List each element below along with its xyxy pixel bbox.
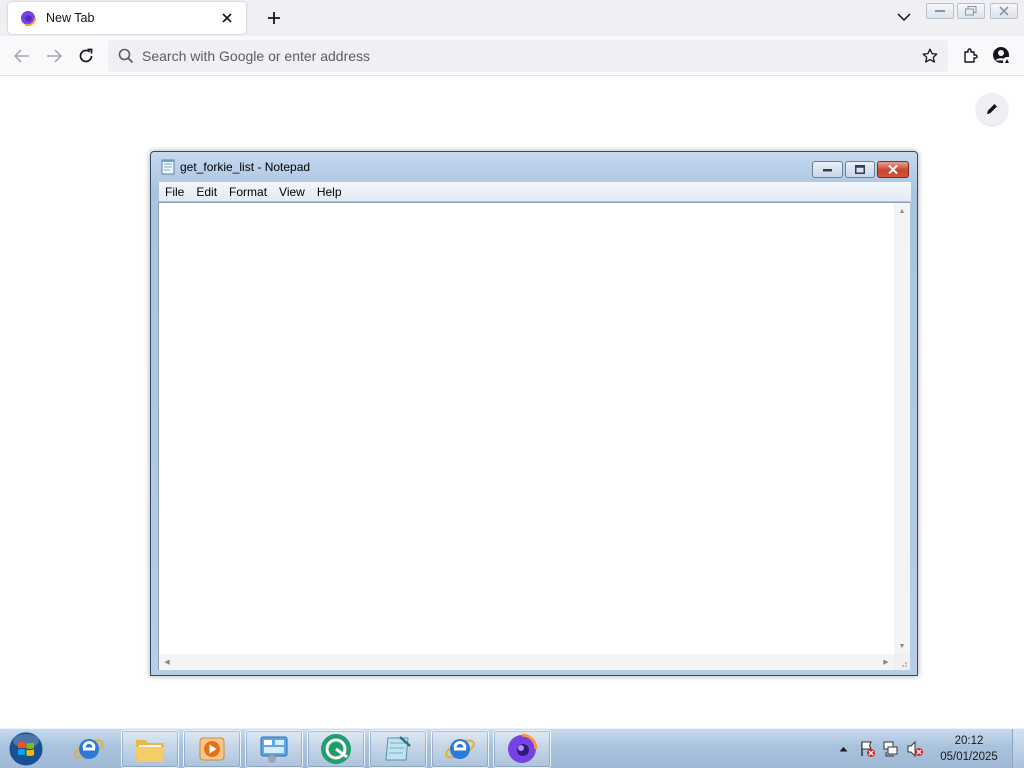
chevron-down-icon <box>897 13 911 21</box>
action-center-icon[interactable] <box>856 738 878 760</box>
taskbar-file-explorer[interactable] <box>121 730 179 768</box>
notepad-edit-area: ▲ ▼ ◀ ▶ <box>158 202 910 670</box>
green-app-icon <box>321 734 351 764</box>
start-button[interactable] <box>4 730 48 768</box>
taskbar-media-player[interactable] <box>183 730 241 768</box>
navigation-toolbar <box>0 36 1024 76</box>
restore-icon <box>965 6 977 16</box>
media-player-icon <box>199 737 225 761</box>
account-icon <box>993 47 1011 65</box>
back-arrow-icon <box>14 49 29 63</box>
notepad-close-button[interactable] <box>877 161 909 178</box>
address-bar[interactable] <box>108 40 948 72</box>
window-close-button[interactable] <box>990 3 1018 19</box>
new-tab-button[interactable] <box>262 6 286 30</box>
taskbar-firefox[interactable] <box>493 730 551 768</box>
notepad-title: get_forkie_list - Notepad <box>180 160 311 174</box>
bookmark-star-button[interactable] <box>916 42 944 70</box>
firefox-icon <box>20 10 36 26</box>
minimize-icon <box>822 168 832 171</box>
reload-icon <box>79 48 93 63</box>
show-hidden-icons-button[interactable] <box>832 738 854 760</box>
menu-view[interactable]: View <box>273 185 311 199</box>
taskbar: 20:12 05/01/2025 <box>0 728 1024 768</box>
menu-edit[interactable]: Edit <box>190 185 223 199</box>
notepad-maximize-button[interactable] <box>845 161 875 178</box>
clock-time: 20:12 <box>954 735 984 747</box>
list-all-tabs-button[interactable] <box>893 6 915 28</box>
clock-date: 05/01/2025 <box>940 751 998 763</box>
taskbar-green-app[interactable] <box>307 730 365 768</box>
maximize-icon <box>855 165 865 174</box>
notepad-titlebar[interactable]: get_forkie_list - Notepad <box>151 152 917 182</box>
customize-button[interactable] <box>976 93 1008 125</box>
extensions-button[interactable] <box>956 42 984 70</box>
notepad-window: get_forkie_list - Notepad File Edit Form… <box>150 151 918 676</box>
taskbar-clock[interactable]: 20:12 05/01/2025 <box>930 733 1008 765</box>
scroll-down-arrow-icon[interactable]: ▼ <box>894 638 910 654</box>
folder-icon <box>135 740 165 762</box>
tab-strip: New Tab <box>0 0 1024 36</box>
internet-explorer-icon <box>74 739 104 759</box>
account-button[interactable] <box>988 42 1016 70</box>
control-panel-icon <box>260 736 288 763</box>
search-icon <box>118 48 134 64</box>
window-restore-button[interactable] <box>957 3 985 19</box>
taskbar-internet-explorer[interactable] <box>60 730 118 768</box>
notepad-text-editor[interactable] <box>159 203 894 654</box>
taskbar-notepad[interactable] <box>369 730 427 768</box>
forward-button[interactable] <box>40 42 68 70</box>
vertical-scrollbar[interactable]: ▲ ▼ <box>894 203 910 654</box>
back-button[interactable] <box>8 42 36 70</box>
menu-format[interactable]: Format <box>223 185 273 199</box>
resize-grip-icon[interactable] <box>894 654 910 670</box>
pencil-icon <box>987 104 997 114</box>
close-icon <box>888 165 898 174</box>
notepad-icon <box>161 159 175 175</box>
notepad-minimize-button[interactable] <box>812 161 843 178</box>
tab-new-tab[interactable]: New Tab <box>8 2 246 34</box>
plus-icon <box>268 12 280 24</box>
scroll-right-arrow-icon[interactable]: ▶ <box>878 654 894 670</box>
url-input[interactable] <box>142 48 916 64</box>
menu-file[interactable]: File <box>159 185 190 199</box>
notepad-menubar: File Edit Format View Help <box>159 182 911 201</box>
menu-help[interactable]: Help <box>311 185 348 199</box>
volume-muted-icon[interactable] <box>904 738 926 760</box>
scroll-up-arrow-icon[interactable]: ▲ <box>894 203 910 219</box>
horizontal-scrollbar[interactable]: ◀ ▶ <box>159 654 894 670</box>
puzzle-icon <box>964 48 978 63</box>
close-icon <box>999 6 1009 16</box>
notepad-icon <box>385 736 411 761</box>
scroll-left-arrow-icon[interactable]: ◀ <box>159 654 175 670</box>
window-minimize-button[interactable] <box>926 3 954 19</box>
taskbar-internet-explorer-running[interactable] <box>431 730 489 768</box>
tab-title: New Tab <box>46 11 95 25</box>
taskbar-control-panel[interactable] <box>245 730 303 768</box>
show-desktop-button[interactable] <box>1012 729 1024 768</box>
reload-button[interactable] <box>72 42 100 70</box>
windows-start-icon <box>8 731 44 767</box>
minimize-icon <box>935 10 945 12</box>
tab-close-icon[interactable] <box>218 9 236 27</box>
internet-explorer-icon <box>445 739 475 759</box>
network-icon[interactable] <box>880 738 902 760</box>
forward-arrow-icon <box>47 49 62 63</box>
firefox-icon <box>508 733 538 763</box>
star-icon <box>922 48 938 63</box>
chevron-up-icon <box>839 747 847 752</box>
system-tray <box>832 729 928 768</box>
